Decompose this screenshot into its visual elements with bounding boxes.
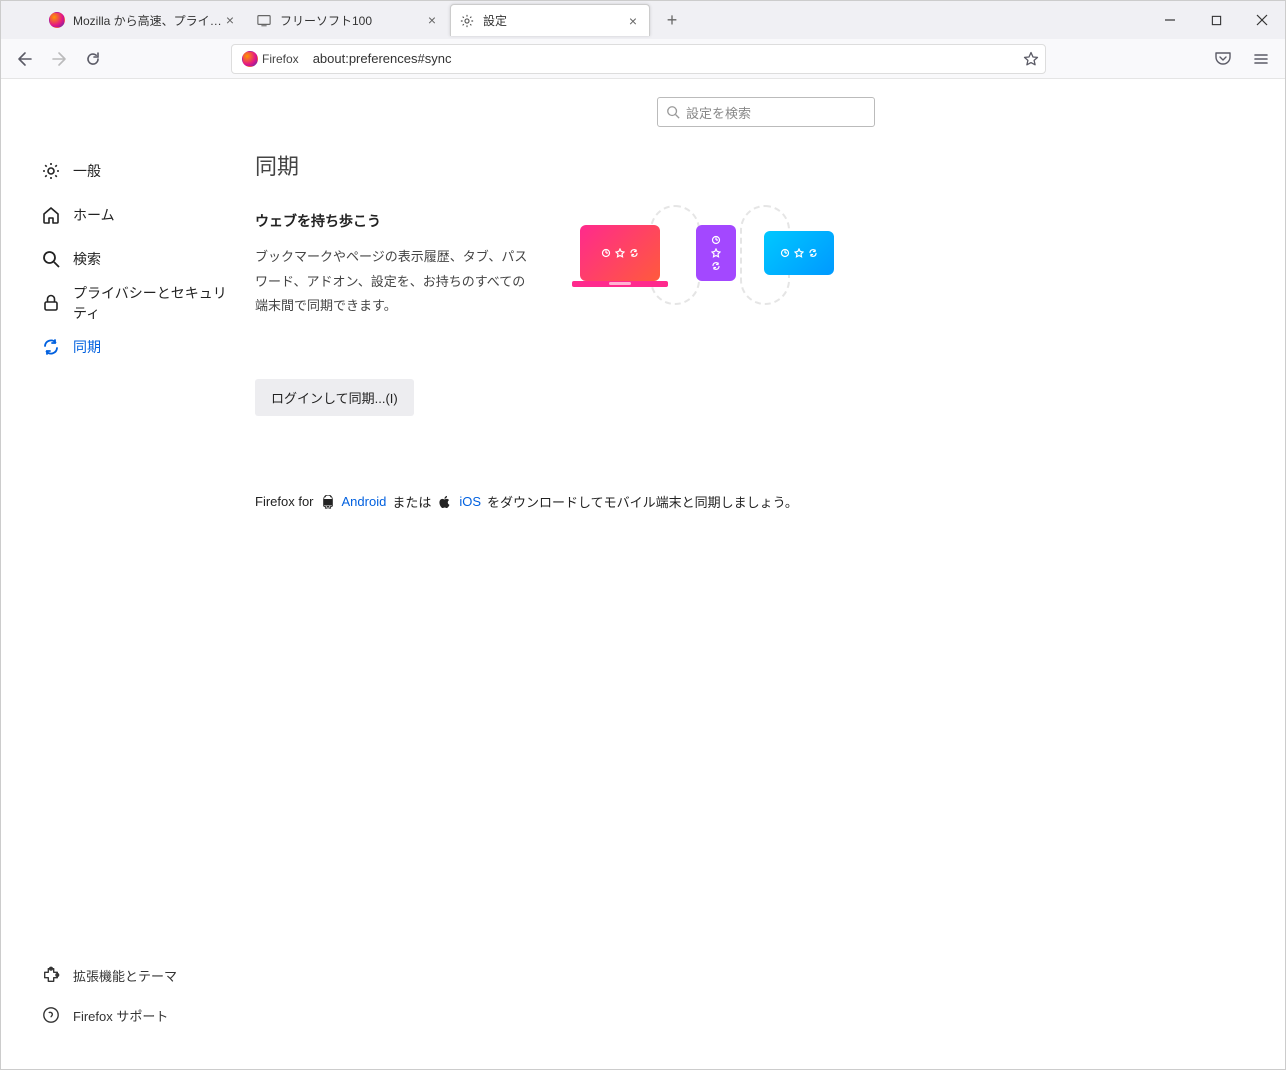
window-controls <box>1147 1 1285 39</box>
tab-mozilla[interactable]: Mozilla から高速、プライベート、無... × <box>41 4 246 36</box>
content-area: 設定を検索 一般 ホーム 検索 <box>1 79 1285 1069</box>
firefox-favicon-icon <box>49 12 65 28</box>
sidebar-item-support[interactable]: Firefox サポート <box>41 1001 177 1029</box>
download-hint: Firefox for Android または iOS をダウンロードしてモバイ… <box>255 492 831 511</box>
site-favicon-icon <box>256 12 272 28</box>
new-tab-button[interactable]: + <box>658 6 686 34</box>
sidebar-item-label: ホーム <box>73 205 115 225</box>
close-icon[interactable]: × <box>625 13 641 29</box>
reload-button[interactable] <box>77 43 109 75</box>
sidebar-item-label: 同期 <box>73 337 101 357</box>
tab-freesoft[interactable]: フリーソフト100 × <box>248 4 448 36</box>
sidebar-item-addons[interactable]: 拡張機能とテーマ <box>41 961 177 989</box>
tab-label: フリーソフト100 <box>280 12 424 29</box>
ios-link[interactable]: iOS <box>459 494 481 509</box>
toolbar: Firefox about:preferences#sync <box>1 39 1285 79</box>
download-prefix: Firefox for <box>255 494 314 509</box>
tab-label: Mozilla から高速、プライベート、無... <box>73 12 222 29</box>
search-icon <box>41 249 61 269</box>
laptop-icon <box>580 225 660 281</box>
page-title: 同期 <box>255 149 831 181</box>
minimize-button[interactable] <box>1147 1 1193 39</box>
sidebar-item-home[interactable]: ホーム <box>41 193 231 237</box>
gear-icon <box>41 161 61 181</box>
sidebar-item-privacy[interactable]: プライバシーとセキュリティ <box>41 281 231 325</box>
tab-settings[interactable]: 設定 × <box>450 4 650 36</box>
sidebar-item-sync[interactable]: 同期 <box>41 325 231 369</box>
settings-sidebar: 一般 ホーム 検索 プライバシーとセキュリティ <box>1 79 231 1069</box>
forward-button[interactable] <box>43 43 75 75</box>
tab-strip: Mozilla から高速、プライベート、無... × フリーソフト100 × 設… <box>41 1 1147 39</box>
main-panel: 同期 ウェブを持ち歩こう ブックマークやページの表示履歴、タブ、パスワード、アド… <box>231 79 871 1069</box>
home-icon <box>41 205 61 225</box>
apple-icon <box>437 494 453 510</box>
sidebar-item-general[interactable]: 一般 <box>41 149 231 193</box>
settings-search-input[interactable]: 設定を検索 <box>657 97 875 127</box>
back-button[interactable] <box>9 43 41 75</box>
hamburger-menu-icon[interactable] <box>1245 43 1277 75</box>
android-link[interactable]: Android <box>342 494 387 509</box>
identity-label: Firefox <box>262 52 299 66</box>
login-sync-button[interactable]: ログインして同期...(I) <box>255 379 414 416</box>
sidebar-item-search[interactable]: 検索 <box>41 237 231 281</box>
puzzle-icon <box>41 965 61 985</box>
url-bar[interactable]: Firefox about:preferences#sync <box>231 44 1046 74</box>
maximize-button[interactable] <box>1193 1 1239 39</box>
sidebar-item-label: Firefox サポート <box>73 1006 168 1025</box>
url-text: about:preferences#sync <box>309 51 1023 66</box>
android-icon <box>320 494 336 510</box>
bookmark-star-icon[interactable] <box>1023 51 1039 67</box>
pocket-icon[interactable] <box>1207 43 1239 75</box>
sidebar-item-label: 検索 <box>73 249 101 269</box>
tablet-icon <box>696 225 736 281</box>
sidebar-item-label: 拡張機能とテーマ <box>73 966 177 985</box>
firefox-logo-icon <box>242 51 258 67</box>
close-window-button[interactable] <box>1239 1 1285 39</box>
sync-description: ブックマークやページの表示履歴、タブ、パスワード、アドオン、設定を、お持ちのすべ… <box>255 245 528 319</box>
close-icon[interactable]: × <box>222 12 238 28</box>
sync-illustration <box>568 201 831 311</box>
identity-box[interactable]: Firefox <box>238 50 309 68</box>
sidebar-item-label: 一般 <box>73 161 101 181</box>
download-suffix: をダウンロードしてモバイル端末と同期しましょう。 <box>487 492 798 511</box>
close-icon[interactable]: × <box>424 12 440 28</box>
titlebar: Mozilla から高速、プライベート、無... × フリーソフト100 × 設… <box>1 1 1285 39</box>
gear-icon <box>459 13 475 29</box>
download-middle: または <box>392 492 431 511</box>
sync-subheading: ウェブを持ち歩こう <box>255 211 528 231</box>
question-icon <box>41 1005 61 1025</box>
sidebar-item-label: プライバシーとセキュリティ <box>73 283 231 323</box>
sync-icon <box>41 337 61 357</box>
phone-icon <box>764 231 834 275</box>
lock-icon <box>41 293 61 313</box>
tab-label: 設定 <box>483 12 625 29</box>
search-placeholder: 設定を検索 <box>686 103 751 122</box>
